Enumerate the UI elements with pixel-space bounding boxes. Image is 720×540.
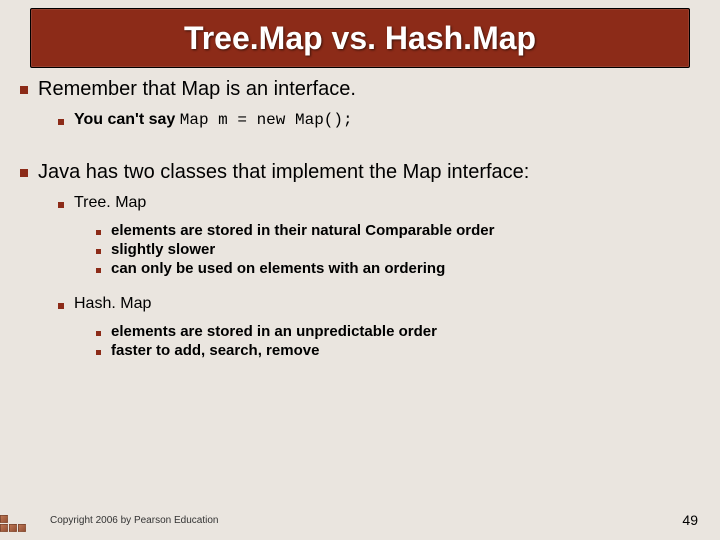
bullet-hashmap-faster: faster to add, search, remove [96, 342, 700, 359]
text-prefix: You can't say [74, 111, 180, 128]
bullet-icon [20, 169, 28, 177]
title-bar: Tree.Map vs. Hash.Map [30, 8, 690, 68]
bullet-treemap-ordering: can only be used on elements with an ord… [96, 260, 700, 277]
bullet-hashmap: Hash. Map [58, 295, 700, 313]
copyright-footer: Copyright 2006 by Pearson Education [50, 515, 218, 526]
bullet-text: elements are stored in their natural Com… [111, 222, 494, 239]
page-number: 49 [682, 512, 698, 528]
bullet-treemap: Tree. Map [58, 194, 700, 212]
bullet-text: elements are stored in an unpredictable … [111, 323, 437, 340]
slide-body: Remember that Map is an interface. You c… [20, 78, 700, 361]
bullet-cant-say: You can't say Map m = new Map(); [58, 111, 700, 129]
bullet-text: Java has two classes that implement the … [38, 161, 529, 184]
bullet-icon [96, 331, 101, 336]
bullet-treemap-natural-order: elements are stored in their natural Com… [96, 222, 700, 239]
bullet-text: Hash. Map [74, 295, 151, 313]
bullet-icon [96, 230, 101, 235]
bullet-text: can only be used on elements with an ord… [111, 260, 445, 277]
bullet-java-classes: Java has two classes that implement the … [20, 161, 700, 184]
bullet-icon [20, 86, 28, 94]
bullet-text: faster to add, search, remove [111, 342, 319, 359]
slide-title: Tree.Map vs. Hash.Map [184, 20, 536, 57]
bullet-treemap-slower: slightly slower [96, 241, 700, 258]
code-snippet: Map m = new Map(); [180, 111, 353, 129]
bullet-hashmap-unpredictable: elements are stored in an unpredictable … [96, 323, 700, 340]
bullet-icon [58, 119, 64, 125]
corner-decoration [0, 506, 34, 536]
bullet-icon [96, 249, 101, 254]
bullet-icon [96, 350, 101, 355]
bullet-text: Remember that Map is an interface. [38, 78, 356, 101]
bullet-icon [58, 303, 64, 309]
bullet-icon [96, 268, 101, 273]
bullet-text: You can't say Map m = new Map(); [74, 111, 353, 129]
bullet-text: Tree. Map [74, 194, 146, 212]
bullet-icon [58, 202, 64, 208]
bullet-text: slightly slower [111, 241, 215, 258]
bullet-remember: Remember that Map is an interface. [20, 78, 700, 101]
